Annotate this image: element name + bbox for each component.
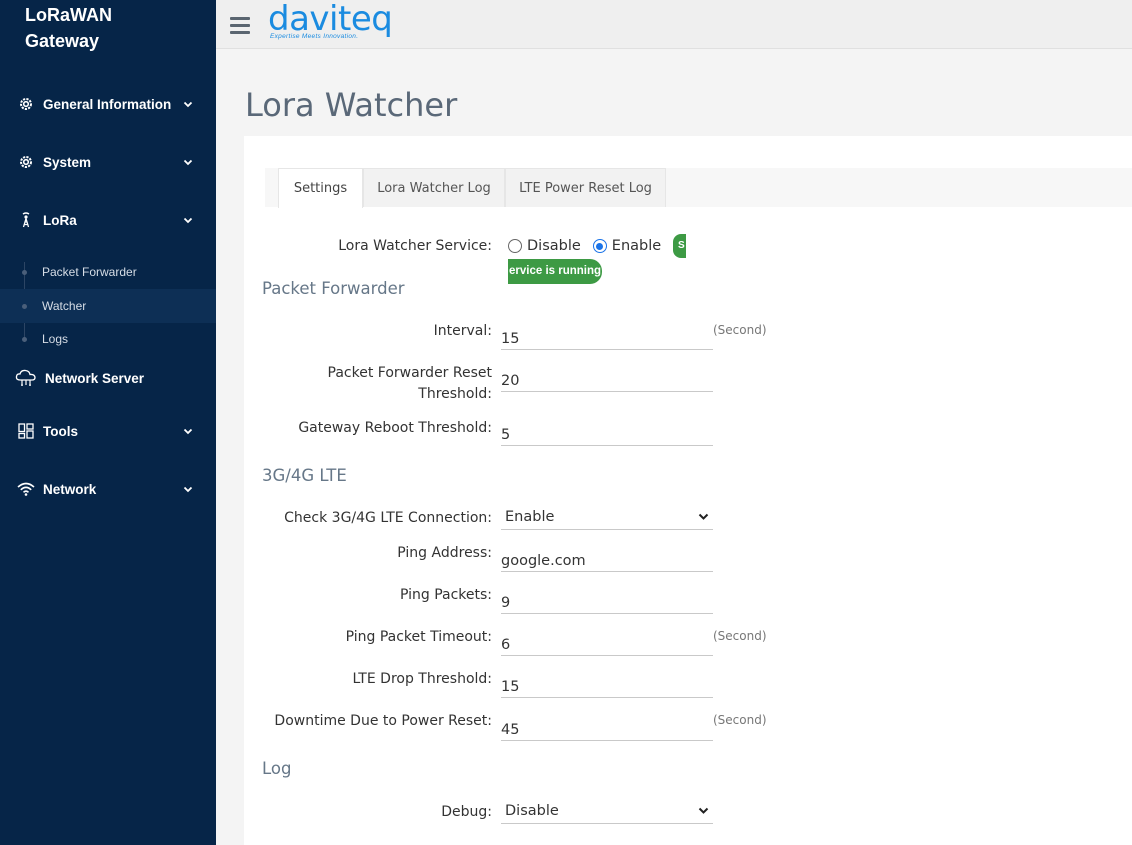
section-title-log: Log (262, 759, 292, 778)
chevron-down-icon (698, 807, 709, 814)
ping-timeout-label: Ping Packet Timeout: (345, 629, 492, 645)
bullet-icon (22, 269, 27, 275)
interval-unit: (Second) (713, 323, 767, 337)
status-badge-fragment: S (673, 234, 686, 258)
chevron-down-icon (183, 159, 193, 166)
topbar: daviteq Expertise Meets Innovation. (216, 0, 1132, 49)
chevron-down-icon (183, 428, 193, 435)
chevron-down-icon (183, 486, 193, 493)
logo-tagline: Expertise Meets Innovation. (270, 33, 359, 40)
ping-timeout-unit: (Second) (713, 629, 767, 643)
wifi-icon (17, 480, 35, 498)
sidebar-item-lora[interactable]: LoRa (0, 200, 216, 240)
gear-icon (17, 153, 35, 171)
lte-check-selected-value: Enable (505, 509, 555, 525)
reboot-threshold-label: Gateway Reboot Threshold: (298, 420, 492, 436)
downtime-label: Downtime Due to Power Reset: (274, 713, 492, 729)
reset-threshold-input[interactable] (501, 366, 713, 392)
disable-radio[interactable] (508, 239, 522, 253)
debug-selected-value: Disable (505, 803, 559, 819)
lte-check-label: Check 3G/4G LTE Connection: (284, 510, 492, 526)
page-title: Lora Watcher (245, 86, 458, 124)
ping-timeout-input[interactable] (501, 630, 713, 656)
brand-line-2: Gateway (25, 31, 100, 51)
sidebar-subitem-packet-forwarder[interactable]: Packet Forwarder (0, 255, 216, 289)
sidebar-item-label: Network (43, 481, 97, 497)
bullet-icon (22, 336, 27, 342)
chevron-down-icon (183, 101, 193, 108)
sidebar-item-label: System (43, 154, 92, 170)
ping-packets-input[interactable] (501, 588, 713, 614)
service-status-tooltip: ervice is running (508, 259, 602, 284)
debug-select[interactable]: Disable (501, 798, 713, 824)
reboot-threshold-input[interactable] (501, 420, 713, 446)
sidebar-item-label: LoRa (43, 212, 77, 228)
grid-icon (17, 422, 35, 440)
sidebar-item-network[interactable]: Network (0, 469, 216, 509)
ping-packets-label: Ping Packets: (399, 587, 492, 603)
sidebar-item-tools[interactable]: Tools (0, 411, 216, 451)
lte-drop-threshold-label: LTE Drop Threshold: (352, 671, 492, 687)
sidebar-item-general-information[interactable]: General Information (0, 84, 216, 124)
chevron-down-icon (183, 217, 193, 224)
tab-lte-power-reset-log[interactable]: LTE Power Reset Log (505, 168, 666, 207)
section-title-lte: 3G/4G LTE (262, 466, 347, 485)
antenna-icon (17, 211, 35, 229)
menu-icon[interactable] (230, 17, 250, 34)
sidebar-subitem-label: Packet Forwarder (42, 265, 137, 279)
downtime-input[interactable] (501, 715, 713, 741)
sidebar-subitem-label: Logs (42, 332, 69, 346)
gear-icon (17, 95, 35, 113)
enable-radio-label[interactable]: Enable (612, 238, 661, 254)
daviteq-logo[interactable]: daviteq Expertise Meets Innovation. (268, 0, 393, 40)
chevron-down-icon (698, 513, 709, 520)
cloud-icon (15, 369, 37, 387)
brand-title: LoRaWAN Gateway (25, 2, 175, 54)
lte-drop-threshold-input[interactable] (501, 672, 713, 698)
downtime-unit: (Second) (713, 713, 767, 727)
lte-check-select[interactable]: Enable (501, 504, 713, 530)
brand-line-1: LoRaWAN (25, 5, 112, 25)
debug-label: Debug: (441, 804, 492, 820)
sidebar-item-label: Tools (43, 423, 78, 439)
sidebar-subitem-logs[interactable]: Logs (0, 322, 216, 356)
disable-radio-label[interactable]: Disable (527, 238, 581, 254)
enable-radio[interactable] (592, 239, 607, 253)
sidebar-subitem-label: Watcher (42, 299, 87, 313)
service-radio-group: Disable Enable (508, 238, 661, 254)
tab-lora-watcher-log[interactable]: Lora Watcher Log (363, 168, 505, 207)
interval-label: Interval: (433, 323, 492, 339)
sidebar-item-system[interactable]: System (0, 142, 216, 182)
service-label: Lora Watcher Service: (338, 238, 492, 254)
section-title-packet-forwarder: Packet Forwarder (262, 279, 405, 298)
reset-threshold-label: Packet Forwarder Reset Threshold: (327, 365, 492, 402)
interval-input[interactable] (501, 324, 713, 350)
tab-settings[interactable]: Settings (278, 168, 363, 208)
sidebar: LoRaWAN Gateway General Information Syst… (0, 0, 216, 845)
ping-address-input[interactable] (501, 546, 713, 572)
bullet-icon (22, 303, 27, 309)
ping-address-label: Ping Address: (397, 545, 492, 561)
sidebar-item-label: General Information (43, 96, 172, 112)
sidebar-item-label: Network Server (45, 370, 145, 386)
sidebar-item-network-server[interactable]: Network Server (0, 358, 216, 398)
sidebar-subitem-watcher[interactable]: Watcher (0, 289, 216, 323)
